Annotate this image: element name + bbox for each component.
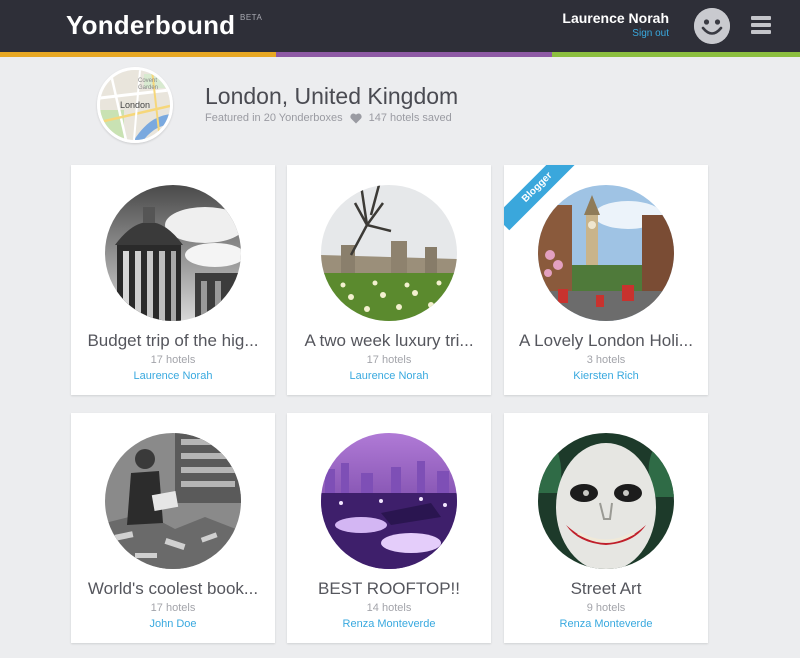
location-meta: Featured in 20 Yonderboxes 147 hotels sa… (205, 112, 452, 124)
card-image-joker-street-art (538, 433, 674, 569)
card-image-bookshop-ruins (105, 433, 241, 569)
map-label-garden: Garden (138, 85, 158, 91)
top-navigation-bar: Yonderbound BETA Laurence Norah Sign out (0, 0, 800, 52)
card-author-link[interactable]: Laurence Norah (71, 370, 275, 382)
smiley-avatar-icon (694, 8, 730, 44)
beta-badge: BETA (240, 13, 263, 22)
yonderbox-card[interactable]: BEST ROOFTOP!! 14 hotels Renza Monteverd… (287, 413, 491, 643)
page-title: London, United Kingdom (205, 83, 459, 109)
yonderbox-card[interactable]: Street Art 9 hotels Renza Monteverde (504, 413, 708, 643)
yonderbox-card[interactable]: A two week luxury tri... 17 hotels Laure… (287, 165, 491, 395)
card-hotel-count: 17 hotels (150, 354, 196, 366)
avatar[interactable] (694, 8, 730, 44)
color-stripe (0, 52, 800, 57)
london-map-thumbnail[interactable]: Covent Garden London (97, 67, 173, 143)
card-author-link[interactable]: Renza Monteverde (504, 618, 708, 630)
brand-logo[interactable]: Yonderbound (66, 10, 235, 41)
map-label-london: London (120, 100, 150, 110)
card-author-link[interactable]: John Doe (71, 618, 275, 630)
card-title[interactable]: BEST ROOFTOP!! (295, 579, 483, 599)
card-author-link[interactable]: Laurence Norah (287, 370, 491, 382)
card-title[interactable]: Budget trip of the hig... (79, 331, 267, 351)
card-hotel-count: 17 hotels (150, 602, 196, 614)
yonderbox-card[interactable]: Budget trip of the hig... 17 hotels Laur… (71, 165, 275, 395)
card-title[interactable]: A two week luxury tri... (295, 331, 483, 351)
sign-out-link[interactable]: Sign out (632, 28, 669, 39)
yonderbox-card[interactable]: World's coolest book... 17 hotels John D… (71, 413, 275, 643)
yonderbox-card[interactable]: Blogger A Lovely London Holi... 3 hotels… (504, 165, 708, 395)
map-label-covent: Covent (138, 78, 157, 84)
card-title[interactable]: Street Art (512, 579, 700, 599)
card-image-castle (321, 185, 457, 321)
card-hotel-count: 17 hotels (366, 354, 412, 366)
hotels-saved-count: 147 hotels saved (368, 112, 452, 124)
user-name[interactable]: Laurence Norah (562, 10, 669, 26)
card-title[interactable]: World's coolest book... (79, 579, 267, 599)
card-hotel-count: 3 hotels (586, 354, 626, 366)
card-hotel-count: 14 hotels (366, 602, 412, 614)
featured-count: Featured in 20 Yonderboxes (205, 112, 343, 124)
card-hotel-count: 9 hotels (586, 602, 626, 614)
card-author-link[interactable]: Renza Monteverde (287, 618, 491, 630)
hamburger-menu-icon[interactable] (751, 16, 771, 34)
card-image-rooftop (321, 433, 457, 569)
card-title[interactable]: A Lovely London Holi... (512, 331, 700, 351)
card-image-big-ben (538, 185, 674, 321)
heart-icon (349, 113, 362, 123)
card-image-radcliffe-camera (105, 185, 241, 321)
card-author-link[interactable]: Kiersten Rich (504, 370, 708, 382)
